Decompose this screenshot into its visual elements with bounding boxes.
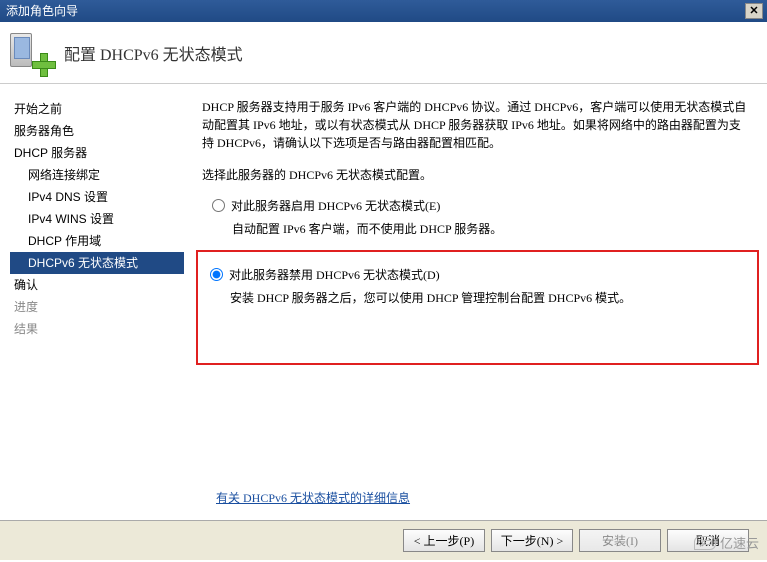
- watermark-text: 亿速云: [720, 533, 759, 552]
- option-enable-subtext: 自动配置 IPv6 客户端，而不使用此 DHCP 服务器。: [232, 220, 749, 238]
- option-disable-subtext: 安装 DHCP 服务器之后，您可以使用 DHCP 管理控制台配置 DHCPv6 …: [230, 289, 747, 307]
- step-confirm[interactable]: 确认: [10, 274, 190, 296]
- close-button[interactable]: ✕: [745, 3, 763, 19]
- main-panel: DHCP 服务器支持用于服务 IPv6 客户端的 DHCPv6 协议。通过 DH…: [190, 84, 767, 520]
- step-dhcp-server[interactable]: DHCP 服务器: [10, 142, 190, 164]
- description-text: DHCP 服务器支持用于服务 IPv6 客户端的 DHCPv6 协议。通过 DH…: [202, 98, 749, 152]
- step-dhcpv6-stateless[interactable]: DHCPv6 无状态模式: [10, 252, 184, 274]
- step-ipv4-dns[interactable]: IPv4 DNS 设置: [10, 186, 190, 208]
- wizard-header: 配置 DHCPv6 无状态模式: [0, 22, 767, 84]
- step-dhcp-scope[interactable]: DHCP 作用域: [10, 230, 190, 252]
- step-list: 开始之前 服务器角色 DHCP 服务器 网络连接绑定 IPv4 DNS 设置 I…: [0, 84, 190, 520]
- next-button[interactable]: 下一步(N) >: [491, 529, 573, 552]
- step-network-bindings[interactable]: 网络连接绑定: [10, 164, 190, 186]
- watermark: 亿速云: [694, 533, 759, 552]
- option-disable-stateless[interactable]: 对此服务器禁用 DHCPv6 无状态模式(D): [210, 266, 747, 283]
- step-progress: 进度: [10, 296, 190, 318]
- watermark-logo-icon: [694, 536, 716, 550]
- more-info-link[interactable]: 有关 DHCPv6 无状态模式的详细信息: [216, 489, 410, 506]
- instruction-text: 选择此服务器的 DHCPv6 无状态模式配置。: [202, 166, 749, 183]
- highlight-box: 对此服务器禁用 DHCPv6 无状态模式(D) 安装 DHCP 服务器之后，您可…: [196, 250, 759, 365]
- window-title: 添加角色向导: [6, 0, 78, 22]
- install-button: 安装(I): [579, 529, 661, 552]
- wizard-body: 开始之前 服务器角色 DHCP 服务器 网络连接绑定 IPv4 DNS 设置 I…: [0, 84, 767, 520]
- radio-disable[interactable]: [210, 268, 223, 281]
- wizard-icon: [10, 33, 50, 73]
- option-enable-label: 对此服务器启用 DHCPv6 无状态模式(E): [231, 197, 440, 214]
- step-before-begin[interactable]: 开始之前: [10, 98, 190, 120]
- step-results: 结果: [10, 318, 190, 340]
- radio-enable[interactable]: [212, 199, 225, 212]
- window-titlebar: 添加角色向导 ✕: [0, 0, 767, 22]
- step-ipv4-wins[interactable]: IPv4 WINS 设置: [10, 208, 190, 230]
- page-title: 配置 DHCPv6 无状态模式: [64, 41, 243, 65]
- wizard-footer: < 上一步(P) 下一步(N) > 安装(I) 取消: [0, 520, 767, 560]
- prev-button[interactable]: < 上一步(P): [403, 529, 485, 552]
- option-enable-stateless[interactable]: 对此服务器启用 DHCPv6 无状态模式(E): [212, 197, 749, 214]
- option-disable-label: 对此服务器禁用 DHCPv6 无状态模式(D): [229, 266, 440, 283]
- step-server-roles[interactable]: 服务器角色: [10, 120, 190, 142]
